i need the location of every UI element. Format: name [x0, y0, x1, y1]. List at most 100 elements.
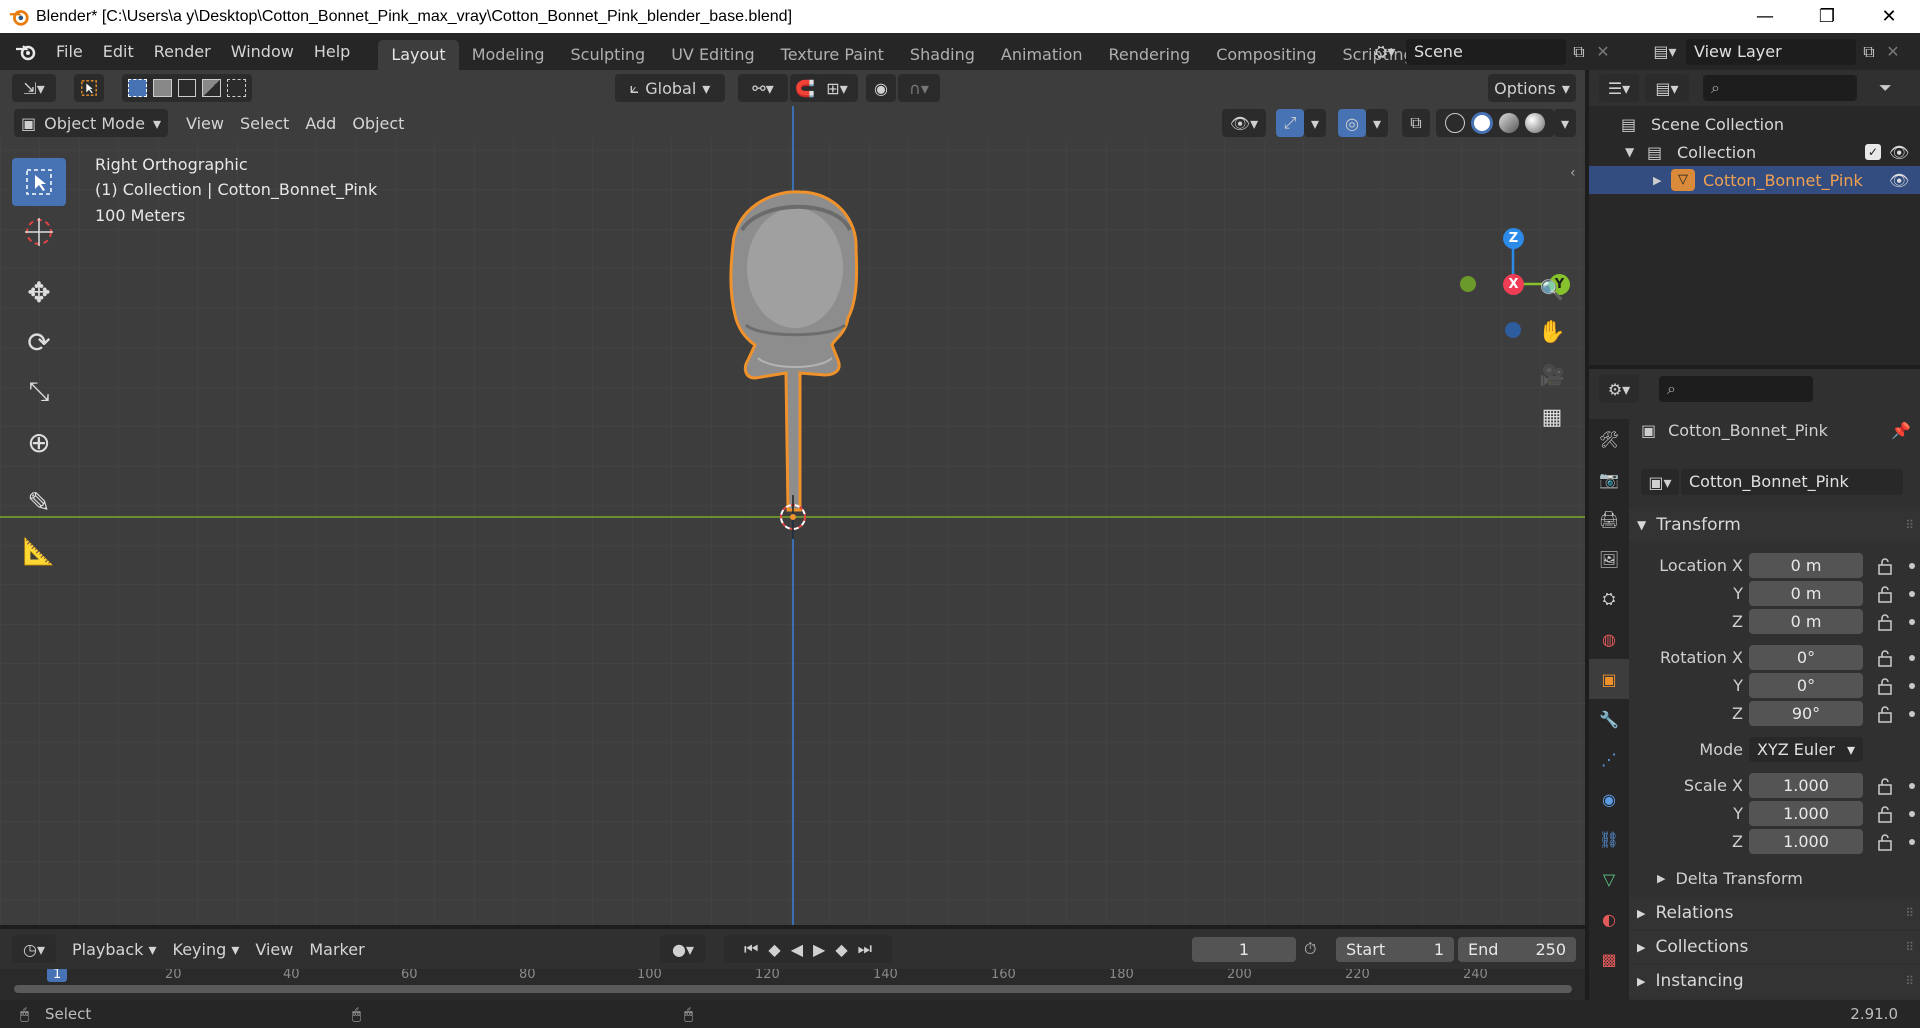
properties-search-input[interactable]: ⌕	[1659, 376, 1813, 402]
xray-toggle[interactable]: ⧉	[1402, 109, 1430, 137]
cursor-tool-icon[interactable]	[12, 208, 66, 256]
keyframe-dot[interactable]	[1909, 618, 1915, 625]
exclude-checkbox[interactable]: ✓	[1865, 144, 1881, 160]
keyframe-dot[interactable]	[1909, 838, 1915, 845]
lock-icon[interactable]	[1875, 648, 1895, 668]
gizmo-z-axis[interactable]: Z	[1503, 228, 1524, 249]
tool-tab-icon[interactable]: 🛠	[1589, 419, 1629, 459]
menu-help[interactable]: Help	[304, 33, 360, 70]
tab-rendering[interactable]: Rendering	[1096, 40, 1204, 70]
relations-panel-header[interactable]: ▶ Relations ⠿	[1629, 897, 1920, 929]
tab-modeling[interactable]: Modeling	[459, 40, 558, 70]
selection-mode-group[interactable]	[122, 74, 252, 102]
scale-y-field[interactable]: 1.000	[1749, 801, 1863, 826]
annotate-tool-icon[interactable]: ✎	[12, 478, 66, 526]
orientation-dropdown[interactable]: ⟀ Global ▾	[615, 74, 725, 102]
select-box-tool-icon[interactable]	[12, 158, 66, 206]
gizmo-x-axis[interactable]: X	[1503, 274, 1524, 295]
lock-icon[interactable]	[1875, 804, 1895, 824]
jump-start-icon[interactable]: ⏮	[744, 939, 758, 959]
select-intersect-icon[interactable]	[227, 79, 246, 97]
viewport-menu-object[interactable]: Object	[344, 114, 412, 133]
auto-keying-toggle[interactable]: ●▾	[660, 935, 706, 963]
minimize-button[interactable]: —	[1734, 0, 1796, 33]
keyframe-dot[interactable]	[1909, 654, 1915, 661]
jump-end-icon[interactable]: ⏭	[858, 939, 872, 959]
stopwatch-icon[interactable]: ⏱	[1304, 939, 1316, 959]
next-keyframe-icon[interactable]: ◆	[835, 940, 847, 959]
visibility-eye-icon[interactable]: 👁	[1889, 171, 1909, 190]
move-tool-icon[interactable]: ✥	[12, 268, 66, 316]
tab-layout[interactable]: Layout	[378, 40, 459, 70]
blender-menu-icon[interactable]	[14, 40, 38, 64]
view-layer-browse-icon[interactable]: ▤▾	[1644, 38, 1686, 65]
constraints-tab-icon[interactable]: ⛓	[1589, 819, 1629, 859]
gizmo-toggle[interactable]: ⤢	[1276, 109, 1304, 137]
visibility-dropdown[interactable]: 👁▾	[1222, 109, 1266, 137]
material-shading-icon[interactable]	[1499, 113, 1519, 133]
drag-handle-icon[interactable]: ⠿	[1905, 906, 1914, 920]
timeline-editor-type-icon[interactable]: ◷▾	[12, 935, 56, 963]
tab-texture-paint[interactable]: Texture Paint	[768, 40, 897, 70]
gizmo-dropdown[interactable]: ▾	[1304, 109, 1326, 137]
collections-panel-header[interactable]: ▶ Collections ⠿	[1629, 931, 1920, 963]
keyframe-dot[interactable]	[1909, 682, 1915, 689]
menu-edit[interactable]: Edit	[93, 33, 144, 70]
tab-compositing[interactable]: Compositing	[1203, 40, 1329, 70]
tab-animation[interactable]: Animation	[988, 40, 1096, 70]
snap-target-dropdown[interactable]: ⊞▾	[816, 74, 858, 102]
lock-icon[interactable]	[1875, 584, 1895, 604]
end-frame-field[interactable]: End 250	[1458, 936, 1576, 962]
delete-view-layer-icon[interactable]: ✕	[1882, 42, 1904, 61]
pan-hand-icon[interactable]: ✋	[1535, 315, 1569, 349]
measure-tool-icon[interactable]: 📐	[12, 528, 66, 576]
current-frame-field[interactable]: 1	[1192, 936, 1296, 962]
display-mode-icon[interactable]: ▤▾	[1645, 74, 1689, 102]
lock-icon[interactable]	[1875, 776, 1895, 796]
start-frame-field[interactable]: Start 1	[1336, 936, 1454, 962]
render-tab-icon[interactable]: 📷	[1589, 459, 1629, 499]
ortho-grid-icon[interactable]: ▦	[1535, 400, 1569, 434]
wireframe-shading-icon[interactable]	[1445, 113, 1465, 133]
select-extend-icon[interactable]	[152, 79, 172, 97]
shading-modes[interactable]	[1436, 109, 1554, 137]
scene-name-field[interactable]: Scene	[1406, 38, 1566, 65]
lock-icon[interactable]	[1875, 704, 1895, 724]
rotation-y-field[interactable]: 0°	[1749, 673, 1863, 698]
timeline-ruler[interactable]: 1 20 40 60 80 100 120 140 160 180 200 220 240	[0, 969, 1585, 1000]
menu-window[interactable]: Window	[221, 33, 304, 70]
object-name-field[interactable]: Cotton_Bonnet_Pink	[1681, 469, 1903, 495]
world-tab-icon[interactable]: ◍	[1589, 619, 1629, 659]
shading-options-dropdown[interactable]: ▾	[1554, 109, 1576, 137]
tab-uv-editing[interactable]: UV Editing	[658, 40, 767, 70]
properties-editor-type-icon[interactable]: ⚙▾	[1599, 375, 1639, 403]
drag-handle-icon[interactable]: ⠿	[1905, 940, 1914, 954]
timeline-view-menu[interactable]: View	[247, 940, 301, 959]
play-icon[interactable]: ▶	[813, 940, 825, 959]
outliner-collection[interactable]: ▼ ▤ Collection ✓ 👁	[1589, 138, 1920, 166]
menu-render[interactable]: Render	[144, 33, 221, 70]
navigation-gizmo[interactable]: Z X Y	[1440, 160, 1585, 340]
select-box-mode-icon[interactable]	[74, 74, 104, 102]
rotation-x-field[interactable]: 0°	[1749, 645, 1863, 670]
outliner-object-row[interactable]: ▶ ▽ Cotton_Bonnet_Pink 👁	[1589, 166, 1920, 194]
keyframe-dot[interactable]	[1909, 710, 1915, 717]
transform-tool-icon[interactable]: ⊕	[12, 418, 66, 466]
lock-icon[interactable]	[1875, 676, 1895, 696]
keyframe-dot[interactable]	[1909, 782, 1915, 789]
material-tab-icon[interactable]: ◐	[1589, 899, 1629, 939]
viewport-menu-add[interactable]: Add	[297, 114, 344, 133]
location-z-field[interactable]: 0 m	[1749, 609, 1863, 634]
rotation-mode-dropdown[interactable]: XYZ Euler ▾	[1749, 737, 1863, 762]
viewport-menu-select[interactable]: Select	[232, 114, 297, 133]
select-invert-icon[interactable]	[202, 79, 222, 97]
output-tab-icon[interactable]: 🖨	[1589, 499, 1629, 539]
expand-arrow-icon[interactable]: ▶	[1653, 174, 1667, 187]
overlays-toggle[interactable]: ◎	[1338, 109, 1366, 137]
proportional-falloff-dropdown[interactable]: ∩▾	[898, 74, 940, 102]
play-reverse-icon[interactable]: ◀	[791, 940, 803, 959]
3d-viewport[interactable]: ⇲▾ ⟀ Global ▾ ⚯▾ 🧲 ⊞▾ ◉ ∩▾ Options ▾ ▣ Ob…	[0, 70, 1585, 925]
keyframe-dot[interactable]	[1909, 562, 1915, 569]
tab-sculpting[interactable]: Sculpting	[557, 40, 658, 70]
select-subtract-icon[interactable]	[177, 79, 197, 97]
